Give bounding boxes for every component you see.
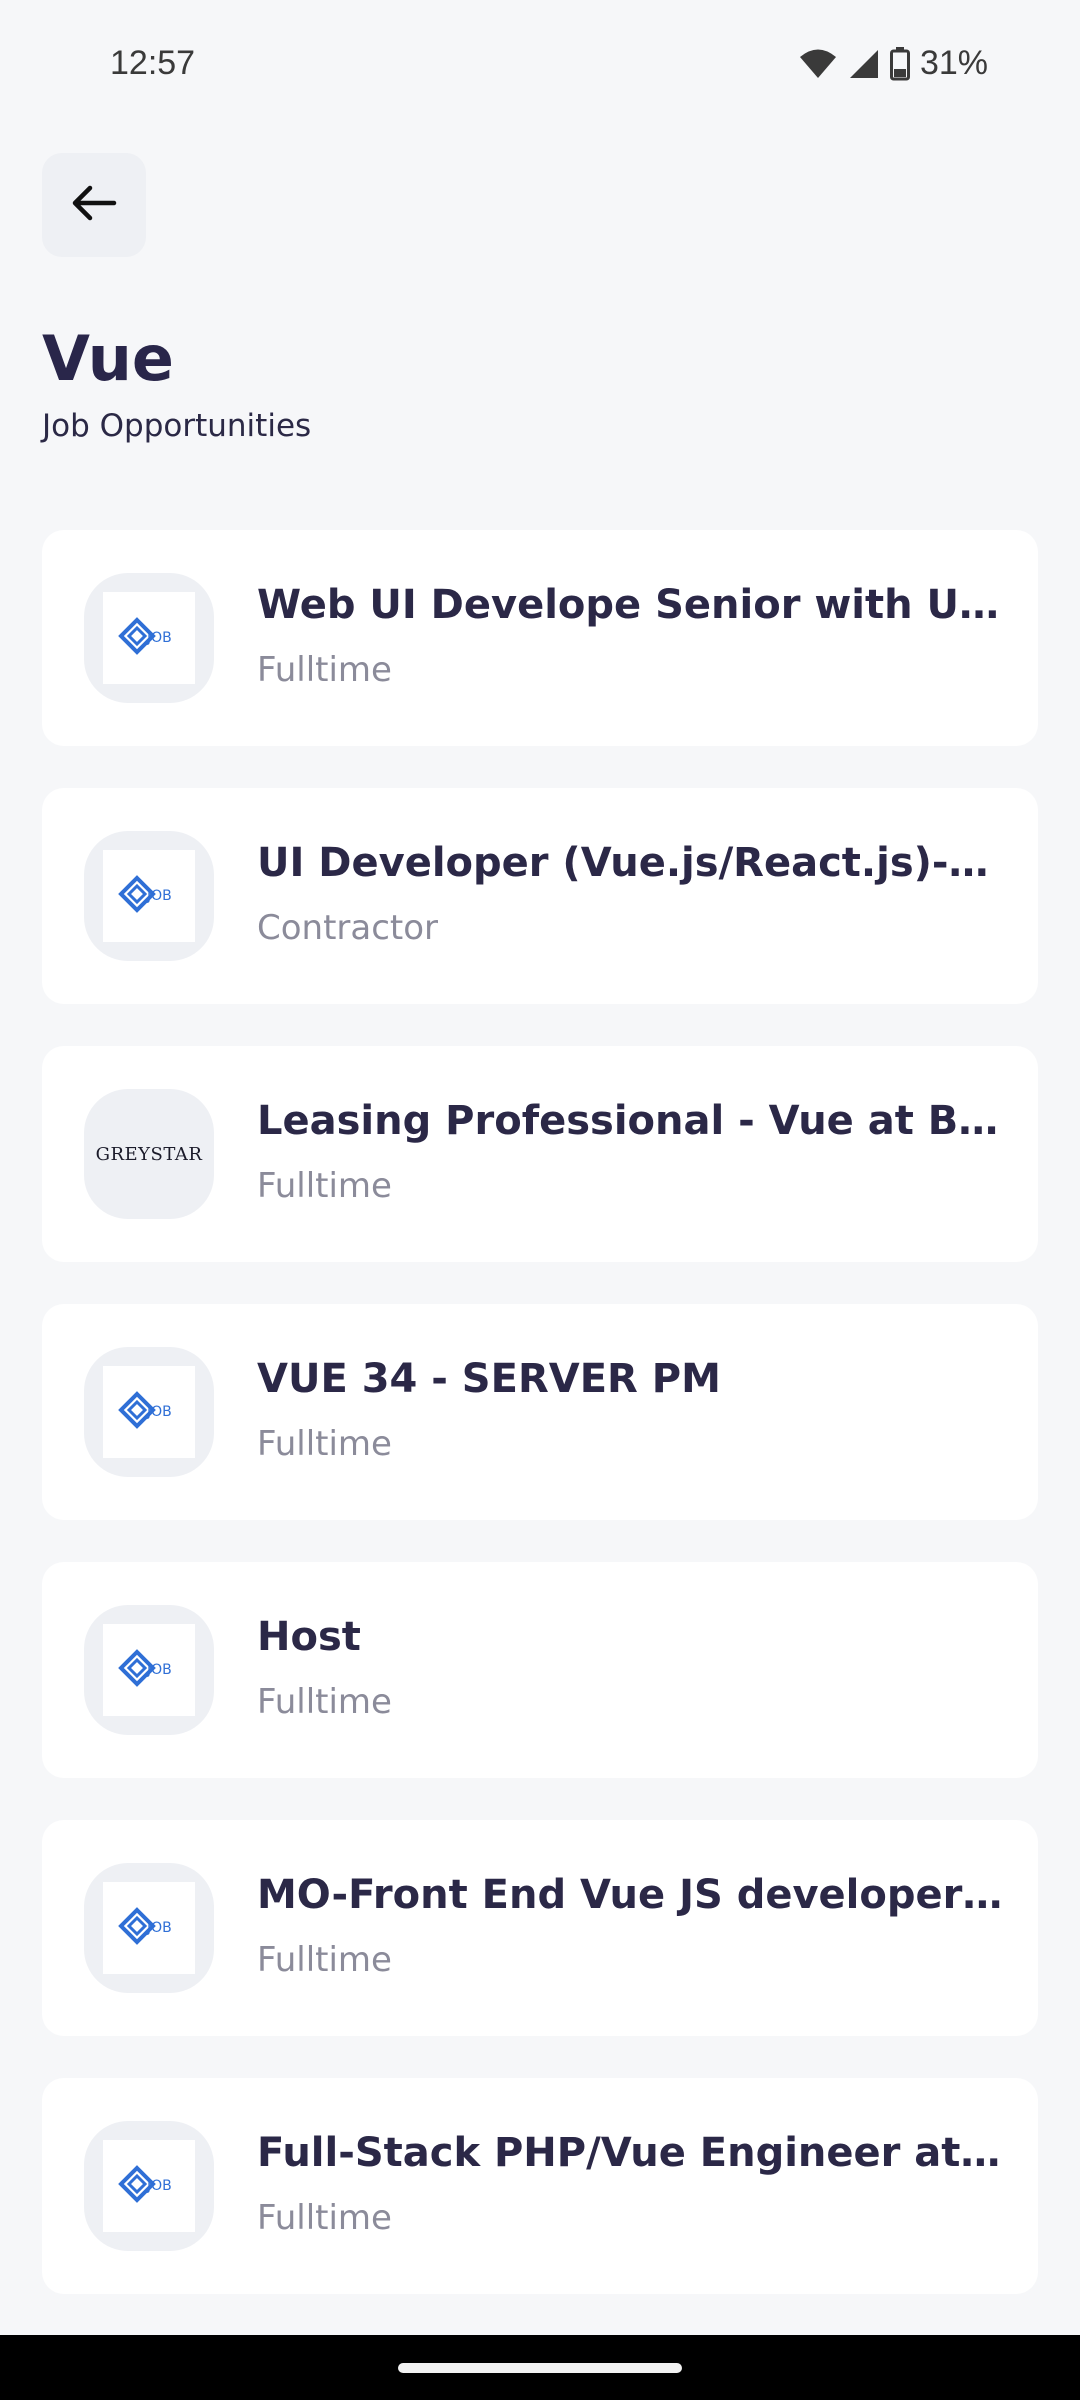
svg-text:JOB: JOB	[146, 2178, 172, 2194]
company-logo: JOB	[84, 1347, 214, 1477]
company-logo: JOB	[84, 2121, 214, 2251]
company-logo: JOB	[84, 831, 214, 961]
job-title: Web UI Develope Senior with Upp…	[257, 582, 1007, 628]
job-title: Full-Stack PHP/Vue Engineer at T…	[257, 2130, 1007, 2176]
job-logo-icon: JOB	[118, 875, 172, 913]
svg-text:JOB: JOB	[146, 1662, 172, 1678]
job-type: Fulltime	[257, 650, 392, 690]
job-title: MO-Front End Vue JS developer…	[257, 1872, 1003, 1918]
job-type: Fulltime	[257, 1424, 392, 1464]
job-type: Fulltime	[257, 1940, 392, 1980]
job-title: VUE 34 - SERVER PM	[257, 1356, 721, 1402]
job-title: Host	[257, 1614, 361, 1660]
svg-text:JOB: JOB	[146, 1404, 172, 1420]
signal-icon	[848, 48, 880, 80]
job-card[interactable]: JOB Web UI Develope Senior with Upp… Ful…	[42, 530, 1038, 746]
job-logo-icon: JOB	[118, 1907, 172, 1945]
company-logo: JOB	[84, 1863, 214, 1993]
company-logo: JOB	[84, 573, 214, 703]
job-card[interactable]: JOB Full-Stack PHP/Vue Engineer at T… Fu…	[42, 2078, 1038, 2294]
back-button[interactable]	[42, 153, 146, 257]
arrow-left-icon	[70, 183, 118, 227]
job-logo-icon: JOB	[118, 1391, 172, 1429]
job-type: Fulltime	[257, 1166, 392, 1206]
job-card[interactable]: JOB UI Developer (Vue.js/React.js)-51… C…	[42, 788, 1038, 1004]
status-icons: 31%	[798, 44, 988, 83]
home-indicator[interactable]	[398, 2363, 682, 2373]
svg-text:JOB: JOB	[146, 630, 172, 646]
wifi-icon	[798, 48, 838, 80]
battery-icon	[889, 46, 910, 81]
job-logo-icon: JOB	[118, 2165, 172, 2203]
job-type: Fulltime	[257, 2198, 392, 2238]
company-logo: JOB	[84, 1605, 214, 1735]
job-title: UI Developer (Vue.js/React.js)-51…	[257, 840, 1007, 886]
greystar-logo: GREYSTAR	[95, 1143, 203, 1165]
job-logo-icon: JOB	[118, 1649, 172, 1687]
job-logo-icon: JOB	[118, 617, 172, 655]
page-subtitle: Job Opportunities	[42, 408, 312, 444]
job-type: Fulltime	[257, 1682, 392, 1722]
status-bar: 12:57 31%	[0, 0, 1080, 130]
job-card[interactable]: JOB MO-Front End Vue JS developer… Fullt…	[42, 1820, 1038, 2036]
page-title: Vue	[42, 322, 174, 395]
svg-text:JOB: JOB	[146, 888, 172, 904]
svg-text:JOB: JOB	[146, 1920, 172, 1936]
job-title: Leasing Professional - Vue at Bell…	[257, 1098, 1007, 1144]
status-time: 12:57	[110, 44, 196, 82]
job-type: Contractor	[257, 908, 439, 948]
job-card[interactable]: GREYSTAR Leasing Professional - Vue at B…	[42, 1046, 1038, 1262]
job-card[interactable]: JOB Host Fulltime	[42, 1562, 1038, 1778]
battery-percent: 31%	[919, 44, 988, 82]
company-logo: GREYSTAR	[84, 1089, 214, 1219]
job-card[interactable]: JOB VUE 34 - SERVER PM Fulltime	[42, 1304, 1038, 1520]
job-list: JOB Web UI Develope Senior with Upp… Ful…	[42, 530, 1038, 2336]
